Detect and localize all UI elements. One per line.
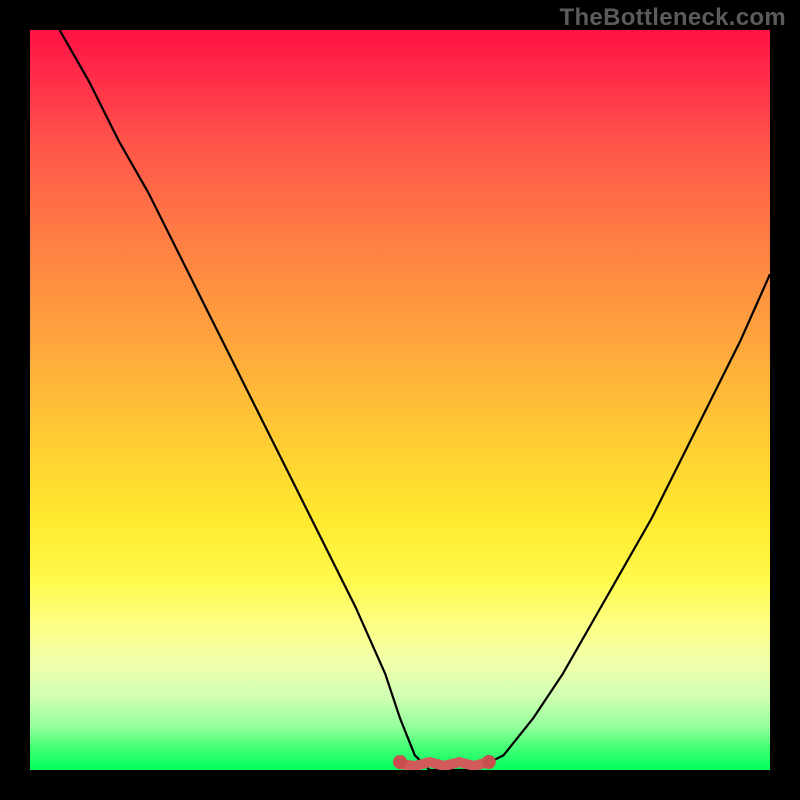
optimal-zone-start-dot: [393, 755, 407, 769]
chart-frame: TheBottleneck.com: [0, 0, 800, 800]
bottleneck-curve: [60, 30, 770, 770]
optimal-zone-end-dot: [482, 755, 496, 769]
plot-area: [30, 30, 770, 770]
watermark-text: TheBottleneck.com: [560, 4, 786, 32]
optimal-zone-marker: [400, 762, 489, 766]
curve-layer: [30, 30, 770, 770]
